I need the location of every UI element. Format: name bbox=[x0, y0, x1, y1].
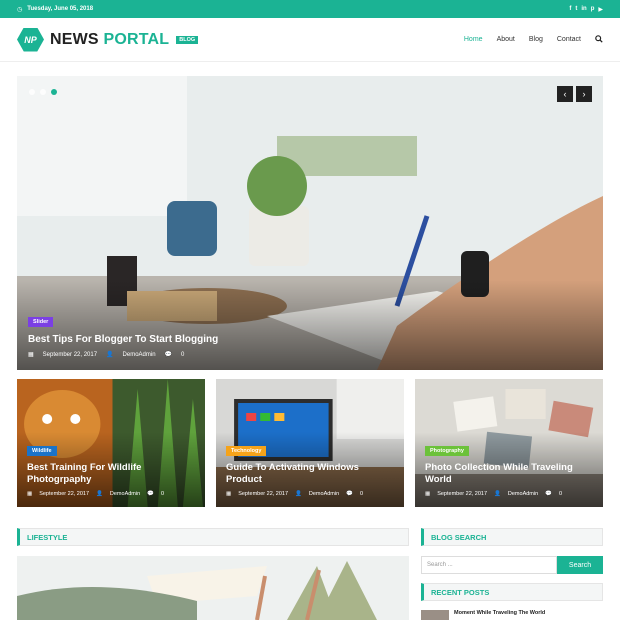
slider-meta: ▦ September 22, 2017 👤 DemoAdmin 💬 0 bbox=[28, 351, 218, 359]
slider-dot[interactable] bbox=[40, 89, 46, 95]
calendar-icon: ▦ bbox=[226, 491, 232, 497]
card-date[interactable]: September 22, 2017 bbox=[39, 491, 89, 497]
logo-blog-tag: BLOG bbox=[176, 35, 199, 44]
clock-icon: ◷ bbox=[17, 6, 23, 13]
card-date[interactable]: September 22, 2017 bbox=[238, 491, 288, 497]
main-nav: Home About Blog Contact bbox=[464, 34, 603, 45]
nav-contact[interactable]: Contact bbox=[557, 36, 581, 43]
user-icon: 👤 bbox=[106, 352, 114, 358]
lifestyle-post-image[interactable] bbox=[17, 556, 409, 620]
youtube-icon[interactable]: ▶ bbox=[598, 6, 603, 13]
slider-dot-active[interactable] bbox=[51, 89, 57, 95]
nav-home[interactable]: Home bbox=[464, 36, 483, 43]
pinterest-icon[interactable]: p bbox=[591, 6, 595, 13]
slider-dot[interactable] bbox=[29, 89, 35, 95]
post-comments[interactable]: 0 bbox=[181, 352, 184, 358]
section-heading-blog-search: BLOG SEARCH bbox=[421, 528, 603, 546]
search-button[interactable]: Search bbox=[557, 556, 603, 574]
logo-portal: PORTAL bbox=[103, 30, 170, 48]
user-icon: 👤 bbox=[96, 491, 103, 497]
site-logo[interactable]: NP NEWS PORTAL BLOG bbox=[17, 27, 199, 52]
logo-badge: NP bbox=[17, 27, 44, 52]
comment-icon: 💬 bbox=[346, 491, 354, 497]
card-title[interactable]: Guide To Activating Windows Product bbox=[226, 462, 396, 486]
card-comments[interactable]: 0 bbox=[161, 491, 164, 497]
post-date[interactable]: September 22, 2017 bbox=[43, 352, 97, 358]
comment-icon: 💬 bbox=[147, 491, 155, 497]
comment-icon: 💬 bbox=[545, 491, 553, 497]
calendar-icon: ▦ bbox=[425, 491, 431, 497]
card-meta: ▦ September 22, 2017 👤 DemoAdmin 💬 0 bbox=[226, 491, 396, 497]
site-header: NP NEWS PORTAL BLOG Home About Blog Cont… bbox=[0, 18, 620, 62]
date-text: Tuesday, June 05, 2018 bbox=[27, 6, 94, 12]
search-input[interactable]: Search ... bbox=[421, 556, 557, 574]
card-caption: Technology Guide To Activating Windows P… bbox=[226, 439, 396, 497]
card-comments[interactable]: 0 bbox=[360, 491, 363, 497]
twitter-icon[interactable]: t bbox=[575, 6, 577, 13]
featured-cards: Wildlife Best Training For Wildlife Phot… bbox=[17, 379, 603, 507]
post-card[interactable]: Wildlife Best Training For Wildlife Phot… bbox=[17, 379, 205, 507]
card-category-tag[interactable]: Technology bbox=[226, 446, 267, 457]
card-comments[interactable]: 0 bbox=[559, 491, 562, 497]
slider-title[interactable]: Best Tips For Blogger To Start Blogging bbox=[28, 334, 218, 345]
linkedin-icon[interactable]: in bbox=[581, 6, 586, 13]
date-display: ◷ Tuesday, June 05, 2018 bbox=[17, 6, 93, 13]
post-card[interactable]: Photography Photo Collection While Trave… bbox=[415, 379, 603, 507]
card-caption: Wildlife Best Training For Wildlife Phot… bbox=[27, 439, 197, 497]
post-card[interactable]: Technology Guide To Activating Windows P… bbox=[216, 379, 404, 507]
card-meta: ▦ September 22, 2017 👤 DemoAdmin 💬 0 bbox=[27, 491, 197, 497]
card-author[interactable]: DemoAdmin bbox=[309, 491, 339, 497]
recent-post-title[interactable]: Moment While Traveling The World bbox=[454, 610, 545, 620]
lifestyle-image bbox=[17, 556, 409, 620]
slider-dots bbox=[29, 89, 57, 95]
user-icon: 👤 bbox=[295, 491, 302, 497]
search-icon[interactable] bbox=[595, 34, 603, 45]
card-category-tag[interactable]: Photography bbox=[425, 446, 469, 457]
card-date[interactable]: September 22, 2017 bbox=[437, 491, 487, 497]
blog-search-form: Search ... Search bbox=[421, 556, 603, 574]
logo-news: NEWS bbox=[50, 30, 99, 48]
user-icon: 👤 bbox=[494, 491, 501, 497]
card-title[interactable]: Best Training For Wildlife Photogrpaphy bbox=[27, 462, 197, 486]
card-caption: Photography Photo Collection While Trave… bbox=[425, 439, 595, 497]
card-author[interactable]: DemoAdmin bbox=[110, 491, 140, 497]
nav-blog[interactable]: Blog bbox=[529, 36, 543, 43]
card-author[interactable]: DemoAdmin bbox=[508, 491, 538, 497]
section-heading-lifestyle: LIFESTYLE bbox=[17, 528, 409, 546]
post-author[interactable]: DemoAdmin bbox=[123, 352, 156, 358]
slider-category-tag[interactable]: Slider bbox=[28, 317, 54, 327]
chevron-right-icon[interactable]: › bbox=[576, 86, 592, 102]
slider-caption: Slider Best Tips For Blogger To Start Bl… bbox=[28, 310, 218, 358]
comment-icon: 💬 bbox=[164, 352, 173, 358]
slider-arrows: ‹ › bbox=[557, 86, 592, 102]
calendar-icon: ▦ bbox=[27, 491, 33, 497]
recent-post-thumb bbox=[421, 610, 449, 620]
calendar-icon: ▦ bbox=[28, 352, 34, 358]
chevron-left-icon[interactable]: ‹ bbox=[557, 86, 573, 102]
card-category-tag[interactable]: Wildlife bbox=[27, 446, 57, 457]
featured-slider: ‹ › Slider Best Tips For Blogger To Star… bbox=[17, 76, 603, 370]
card-meta: ▦ September 22, 2017 👤 DemoAdmin 💬 0 bbox=[425, 491, 595, 497]
nav-about[interactable]: About bbox=[497, 36, 515, 43]
section-heading-recent-posts: RECENT POSTS bbox=[421, 583, 603, 601]
card-title[interactable]: Photo Collection While Traveling World bbox=[425, 462, 595, 486]
logo-text: NEWS PORTAL bbox=[50, 31, 169, 49]
top-bar: ◷ Tuesday, June 05, 2018 f t in p ▶ bbox=[0, 0, 620, 18]
facebook-icon[interactable]: f bbox=[569, 6, 571, 13]
social-links: f t in p ▶ bbox=[569, 6, 603, 13]
recent-post-item[interactable]: Moment While Traveling The World bbox=[421, 610, 603, 620]
